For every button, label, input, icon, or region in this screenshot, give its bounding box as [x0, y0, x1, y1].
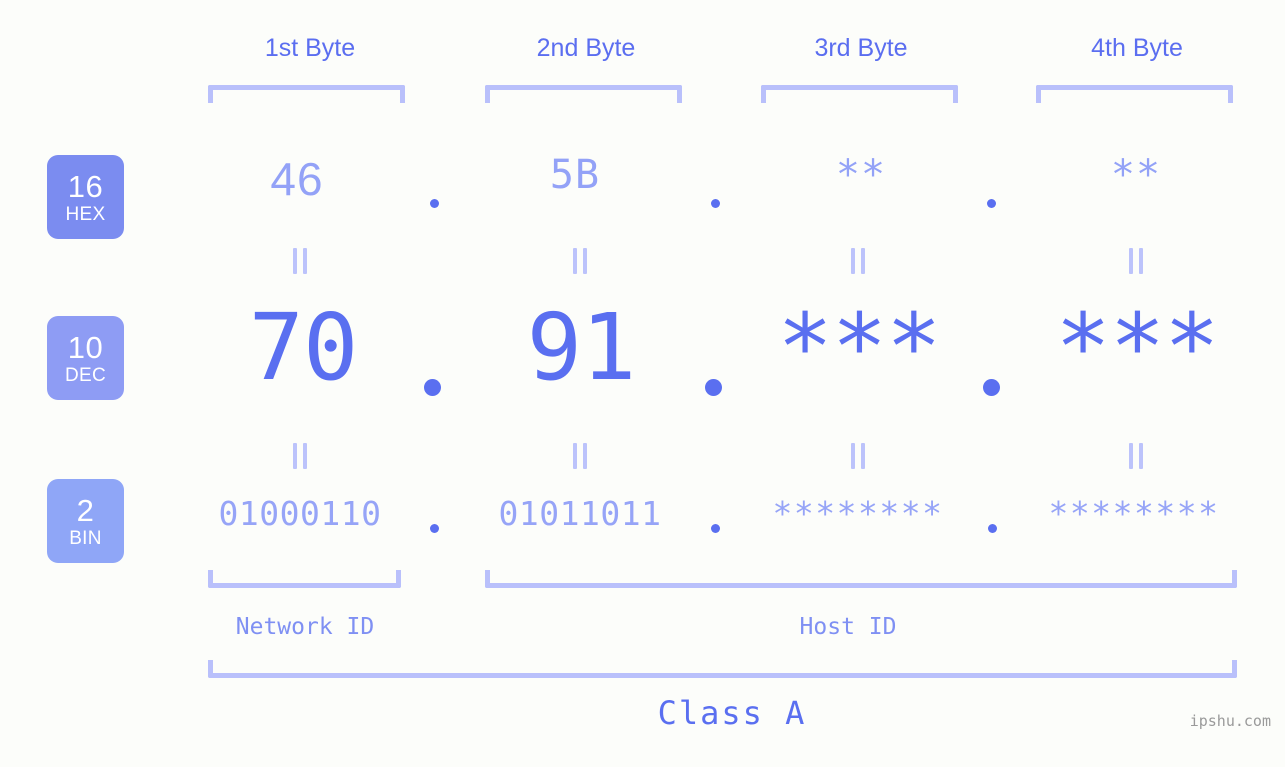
- host-id-bracket: [485, 570, 1237, 588]
- hex-byte-1: 46: [270, 153, 324, 205]
- dec-dot-1: [424, 379, 441, 396]
- dec-byte-4: ***: [1055, 294, 1219, 401]
- site-watermark: ipshu.com: [1189, 712, 1271, 730]
- hex-byte-2: 5B: [549, 152, 601, 198]
- hex-dot-3: [987, 199, 996, 208]
- byte-header-1: 1st Byte: [264, 34, 356, 62]
- dec-dot-3: [983, 379, 1000, 396]
- bin-byte-1: 01000110: [218, 494, 382, 533]
- radix-badge-dec-name: DEC: [64, 364, 106, 386]
- byte-bracket-1: [208, 85, 405, 103]
- class-label: Class A: [657, 694, 807, 732]
- byte-header-2: 2nd Byte: [536, 34, 636, 62]
- equals-mark-2-2: [573, 443, 587, 469]
- hex-dot-1: [430, 199, 439, 208]
- hex-dot-2: [711, 199, 720, 208]
- hex-byte-4: **: [1110, 152, 1162, 198]
- bin-byte-2: 01011011: [498, 494, 662, 533]
- equals-mark-1-2: [573, 248, 587, 274]
- bin-dot-1: [430, 524, 439, 533]
- byte-header-3: 3rd Byte: [814, 34, 908, 62]
- equals-mark-1-3: [851, 248, 865, 274]
- radix-badge-hex: 16 HEX: [47, 155, 124, 239]
- equals-mark-2-4: [1129, 443, 1143, 469]
- ip-address-breakdown-diagram: 1st Byte 2nd Byte 3rd Byte 4th Byte 16 H…: [0, 0, 1285, 767]
- radix-badge-hex-name: HEX: [65, 203, 106, 225]
- byte-bracket-4: [1036, 85, 1233, 103]
- dec-byte-2: 91: [526, 294, 637, 401]
- equals-mark-1-1: [293, 248, 307, 274]
- equals-mark-2-1: [293, 443, 307, 469]
- network-id-bracket: [208, 570, 401, 588]
- byte-bracket-2: [485, 85, 682, 103]
- radix-badge-bin-number: 2: [76, 492, 95, 528]
- radix-badge-bin: 2 BIN: [47, 479, 124, 563]
- radix-badge-dec-number: 10: [67, 329, 104, 365]
- network-id-label: Network ID: [235, 614, 375, 640]
- dec-byte-3: ***: [777, 294, 941, 401]
- bin-dot-2: [711, 524, 720, 533]
- bin-byte-4: ********: [1048, 494, 1220, 533]
- dec-dot-2: [705, 379, 722, 396]
- radix-badge-bin-name: BIN: [69, 527, 102, 549]
- host-id-label: Host ID: [799, 614, 897, 640]
- dec-byte-1: 70: [248, 294, 359, 401]
- radix-badge-dec: 10 DEC: [47, 316, 124, 400]
- class-bracket: [208, 660, 1237, 678]
- radix-badge-hex-number: 16: [67, 168, 104, 204]
- equals-mark-2-3: [851, 443, 865, 469]
- byte-bracket-3: [761, 85, 958, 103]
- equals-mark-1-4: [1129, 248, 1143, 274]
- bin-dot-3: [988, 524, 997, 533]
- byte-header-4: 4th Byte: [1091, 34, 1183, 62]
- bin-byte-3: ********: [772, 494, 944, 533]
- hex-byte-3: **: [835, 152, 887, 198]
